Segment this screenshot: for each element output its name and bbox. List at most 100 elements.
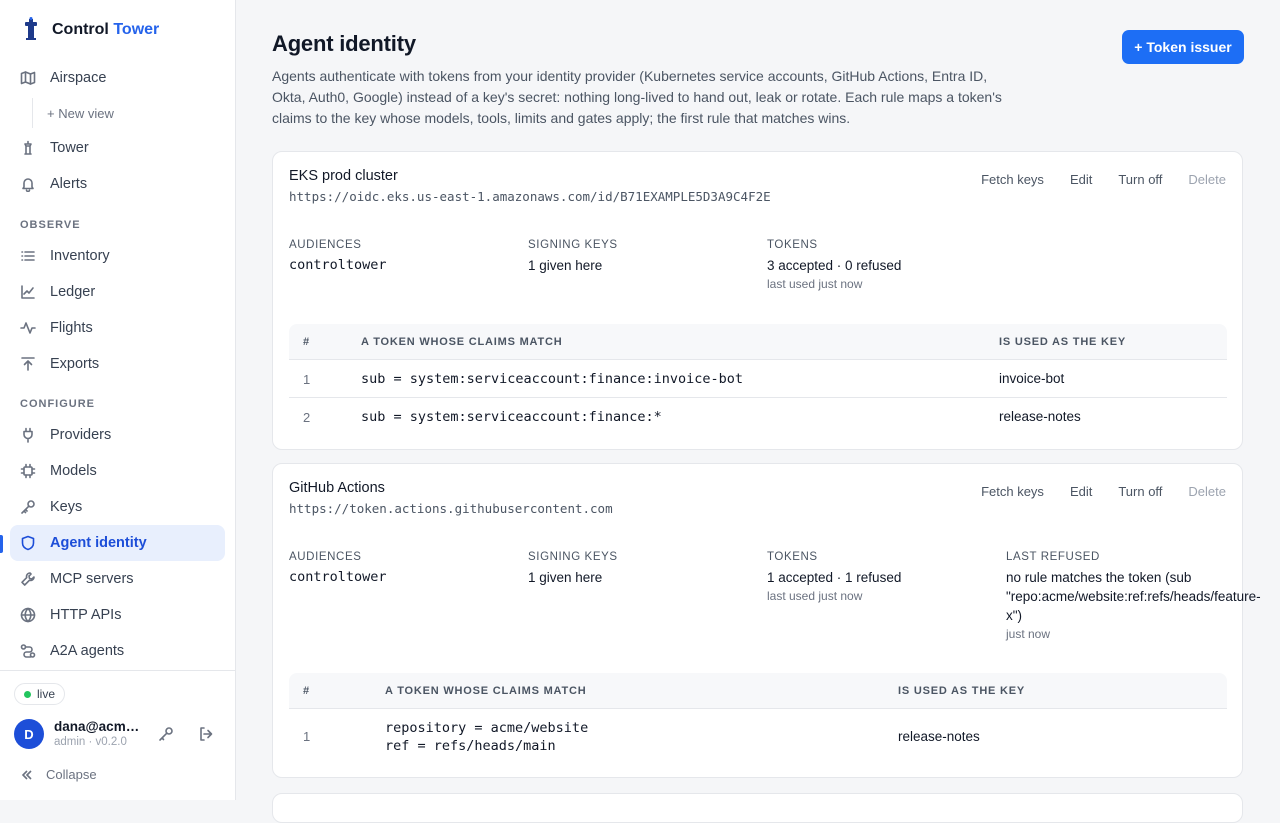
add-token-issuer-button[interactable]: + Token issuer — [1122, 30, 1244, 64]
collapse-button[interactable]: Collapse — [20, 767, 97, 782]
avatar[interactable]: D — [14, 719, 44, 749]
last-refused-reason-end: x") — [1006, 608, 1023, 623]
rules-table: # A TOKEN WHOSE CLAIMS MATCH IS USED AS … — [289, 324, 1227, 436]
nav-item-agent-identity[interactable]: Agent identity — [10, 525, 225, 561]
rule-key: release-notes — [898, 729, 980, 744]
col-header-claims: A TOKEN WHOSE CLAIMS MATCH — [361, 336, 563, 348]
audiences-value: controltower — [289, 257, 387, 273]
rule-number: 1 — [303, 372, 311, 387]
plug-icon — [23, 427, 33, 443]
bell-icon — [22, 178, 34, 192]
rule-row[interactable]: 1 repository = acme/website ref = refs/h… — [289, 709, 1227, 765]
collapse-label: Collapse — [46, 767, 97, 782]
nav-item-a2a-agents[interactable]: A2A agents — [10, 633, 225, 669]
new-view-link[interactable]: + New view — [32, 98, 114, 128]
section-label-configure: CONFIGURE — [20, 398, 95, 410]
main-content: Agent identity Agents authenticate with … — [236, 0, 1280, 823]
nav-label-flights: Flights — [50, 320, 93, 336]
nav-item-airspace[interactable]: Airspace — [10, 60, 225, 96]
chip-icon — [20, 463, 36, 479]
col-header-key: IS USED AS THE KEY — [898, 685, 1026, 697]
key-icon[interactable] — [158, 726, 176, 744]
issuer-url: https://token.actions.githubusercontent.… — [289, 501, 613, 516]
issuer-name: GitHub Actions — [289, 480, 385, 496]
col-header-key: IS USED AS THE KEY — [999, 336, 1127, 348]
nav-item-exports[interactable]: Exports — [10, 346, 225, 382]
issuer-card: GitHub Actions https://token.actions.git… — [272, 463, 1261, 778]
nav-item-inventory[interactable]: Inventory — [10, 238, 225, 274]
rule-claim: ref = refs/heads/main — [385, 738, 556, 754]
tokens-last-used: last used just now — [767, 277, 863, 291]
col-header-claims: A TOKEN WHOSE CLAIMS MATCH — [385, 685, 587, 697]
list-icon — [21, 251, 35, 261]
last-refused-label: LAST REFUSED — [1006, 551, 1100, 563]
nav-label-ledger: Ledger — [50, 284, 96, 300]
nav-item-ledger[interactable]: Ledger — [10, 274, 225, 310]
col-header-num: # — [303, 685, 310, 697]
nav-item-keys[interactable]: Keys — [10, 489, 225, 525]
audiences-label: AUDIENCES — [289, 239, 362, 251]
tower-logo-icon — [20, 16, 42, 44]
issuer-actions: Fetch keys Edit Turn off Delete — [981, 484, 1226, 499]
nav-label-tower: Tower — [50, 140, 89, 156]
issuer-name: EKS prod cluster — [289, 168, 398, 184]
signing-keys-label: SIGNING KEYS — [528, 239, 618, 251]
page-description: Agents authenticate with tokens from you… — [272, 68, 1002, 126]
rule-number: 2 — [303, 410, 311, 425]
rule-claim: sub = system:serviceaccount:finance:* — [361, 409, 662, 425]
rule-row[interactable]: 2 sub = system:serviceaccount:finance:* … — [289, 398, 1227, 436]
issuer-card-partial — [272, 793, 1243, 823]
nav-label-models: Models — [50, 463, 97, 479]
nav-item-http-apis[interactable]: HTTP APIs — [10, 597, 225, 633]
nav-label-agent-identity: Agent identity — [50, 535, 147, 551]
last-refused-reason: no rule matches the token (sub — [1006, 570, 1192, 585]
nav-item-tower[interactable]: Tower — [10, 130, 225, 166]
logout-icon[interactable] — [198, 726, 216, 744]
rules-table-header: # A TOKEN WHOSE CLAIMS MATCH IS USED AS … — [289, 673, 1227, 709]
issuer-actions: Fetch keys Edit Turn off Delete — [981, 172, 1226, 187]
route-icon — [20, 644, 36, 658]
fetch-keys-button[interactable]: Fetch keys — [981, 484, 1044, 499]
delete-button[interactable]: Delete — [1188, 484, 1226, 499]
sidebar-footer: live D dana@acme.com admin · v0.2.0 Coll… — [0, 670, 236, 800]
upload-icon — [21, 357, 35, 371]
nav-item-flights[interactable]: Flights — [10, 310, 225, 346]
activity-icon — [20, 322, 36, 334]
nav-label-keys: Keys — [50, 499, 83, 515]
issuer-url: https://oidc.eks.us-east-1.amazonaws.com… — [289, 189, 771, 204]
tokens-label: TOKENS — [767, 551, 818, 563]
rule-number: 1 — [303, 729, 311, 744]
tokens-label: TOKENS — [767, 239, 818, 251]
last-refused-reason-cont: "repo:acme/website:ref:refs/heads/featur… — [1006, 589, 1261, 604]
fetch-keys-button[interactable]: Fetch keys — [981, 172, 1044, 187]
globe-icon — [20, 607, 36, 623]
user-role: admin · v0.2.0 — [54, 736, 127, 748]
rule-claim: sub = system:serviceaccount:finance:invo… — [361, 371, 744, 387]
delete-button[interactable]: Delete — [1188, 172, 1226, 187]
nav-item-alerts[interactable]: Alerts — [10, 166, 225, 202]
rule-key: release-notes — [999, 409, 1081, 424]
nav-label-alerts: Alerts — [50, 176, 88, 192]
signing-keys-value: 1 given here — [528, 570, 603, 585]
rule-row[interactable]: 1 sub = system:serviceaccount:finance:in… — [289, 360, 1227, 398]
rule-claim: repository = acme/website — [385, 720, 589, 736]
turn-off-button[interactable]: Turn off — [1118, 172, 1162, 187]
tokens-value: 3 accepted · 0 refused — [767, 258, 902, 273]
edit-button[interactable]: Edit — [1070, 484, 1092, 499]
wrench-icon — [21, 572, 35, 586]
line-chart-icon — [21, 285, 35, 299]
tokens-value: 1 accepted · 1 refused — [767, 570, 902, 585]
edit-button[interactable]: Edit — [1070, 172, 1092, 187]
turn-off-button[interactable]: Turn off — [1118, 484, 1162, 499]
tower-icon — [24, 140, 32, 155]
audiences-label: AUDIENCES — [289, 551, 362, 563]
user-email: dana@acme.com — [54, 719, 144, 734]
page-title: Agent identity — [272, 31, 416, 56]
nav-item-providers[interactable]: Providers — [10, 417, 225, 453]
brand[interactable]: Control Tower — [20, 16, 160, 44]
brand-name-accent: Tower — [113, 21, 160, 38]
nav-item-models[interactable]: Models — [10, 453, 225, 489]
nav-item-mcp-servers[interactable]: MCP servers — [10, 561, 225, 597]
live-status-label: live — [37, 687, 56, 701]
live-dot-icon — [24, 690, 31, 698]
